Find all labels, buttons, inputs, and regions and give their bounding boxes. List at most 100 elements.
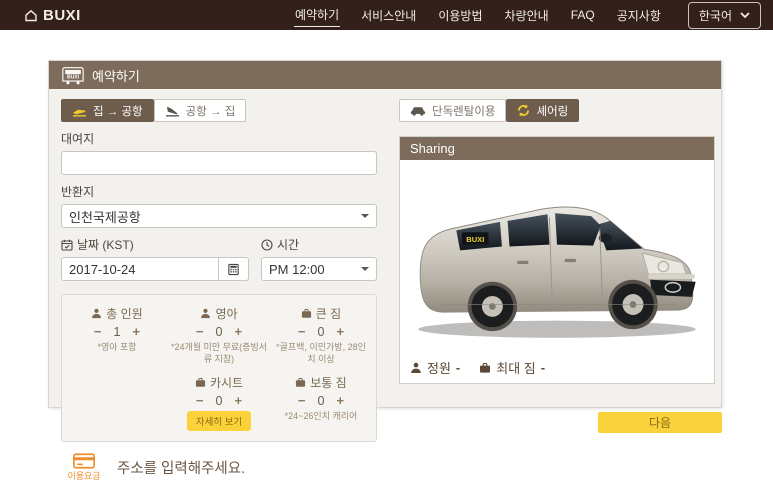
language-selector[interactable]: 한국어: [688, 2, 761, 29]
svg-text:BUXI: BUXI: [67, 74, 80, 80]
briefcase-icon: [479, 362, 491, 374]
pickup-input[interactable]: [61, 151, 377, 175]
car-icon: [410, 105, 426, 116]
briefcase-icon: [301, 308, 312, 319]
nav-item-notice[interactable]: 공지사항: [616, 4, 662, 27]
sharing-button[interactable]: 셰어링: [506, 99, 579, 122]
date-time-row: 날짜 (KST): [61, 228, 377, 281]
time-group: 시간 PM 12:00: [261, 228, 377, 281]
decrease-button[interactable]: −: [296, 393, 308, 408]
page-title: 예약하기: [92, 66, 140, 85]
increase-button[interactable]: +: [334, 393, 346, 408]
caret-down-icon: [361, 267, 369, 275]
fare-card-icon: [72, 452, 96, 470]
calendar-picker-button[interactable]: [219, 257, 249, 281]
counter-value: 0: [216, 394, 223, 408]
decrease-button[interactable]: −: [194, 324, 206, 339]
counter-label: 카시트: [210, 374, 243, 391]
counter-infants: 영아 − 0 + *24개월 미만 무료(증빙서류 지참): [168, 305, 270, 365]
counter-note: *영아 포함: [66, 341, 168, 353]
counter-note: *골프백, 이민가방, 28인치 이상: [270, 341, 372, 365]
time-label: 시간: [277, 236, 299, 253]
clock-icon: [261, 239, 273, 251]
counter-value: 0: [216, 325, 223, 339]
brand-name: BUXI: [43, 7, 81, 24]
counter-value: 0: [318, 394, 325, 408]
counter-value: 0: [318, 325, 325, 339]
pickup-label: 대여지: [61, 130, 377, 147]
counter-empty-cell: [66, 374, 168, 431]
card-header: BUXI 예약하기: [49, 61, 721, 89]
counter-note: *24개월 미만 무료(증빙서류 지참): [168, 341, 270, 365]
date-input[interactable]: [61, 257, 219, 281]
increase-button[interactable]: +: [130, 324, 142, 339]
sharing-refresh-icon: [517, 104, 530, 117]
calendar-icon: [61, 239, 73, 251]
sharing-panel: Sharing: [399, 136, 715, 384]
time-select[interactable]: PM 12:00: [261, 257, 377, 281]
nav-item-vehicle-info[interactable]: 차량안내: [504, 4, 550, 27]
airport-to-home-button[interactable]: 공항 → 집: [154, 99, 247, 122]
return-select[interactable]: 인천국제공항: [61, 204, 377, 228]
home-to-airport-label: 집 → 공항: [93, 103, 143, 119]
counter-label: 총 인원: [106, 305, 142, 322]
airport-to-home-label: 공항 → 집: [186, 103, 236, 119]
next-button[interactable]: 다음: [598, 412, 722, 433]
increase-button[interactable]: +: [232, 393, 244, 408]
counter-label: 영아: [215, 305, 237, 322]
vehicle-image-area: BUXI: [400, 160, 714, 354]
return-label: 반환지: [61, 183, 377, 200]
counter-value: 1: [114, 325, 121, 339]
decrease-button[interactable]: −: [92, 324, 104, 339]
chevron-down-icon: [740, 12, 750, 18]
briefcase-icon: [195, 377, 206, 388]
plane-landing-icon: [165, 104, 180, 117]
counter-label: 보통 짐: [310, 374, 346, 391]
nav-item-faq[interactable]: FAQ: [570, 5, 596, 25]
language-label: 한국어: [699, 7, 732, 24]
capacity-value: -: [456, 360, 460, 375]
rental-type-toggle: 단독렌탈이용 셰어링: [399, 99, 715, 122]
sharing-panel-title: Sharing: [400, 137, 714, 160]
top-navigation: BUXI 예약하기 서비스안내 이용방법 차량안내 FAQ 공지사항 한국어: [0, 0, 773, 30]
counter-large-luggage: 큰 짐 − 0 + *골프백, 이민가방, 28인치 이상: [270, 305, 372, 365]
briefcase-icon: [295, 377, 306, 388]
time-select-value: PM 12:00: [269, 262, 325, 277]
decrease-button[interactable]: −: [296, 324, 308, 339]
plane-takeoff-icon: [72, 104, 87, 117]
person-icon: [200, 308, 211, 319]
nav-item-booking[interactable]: 예약하기: [294, 3, 340, 27]
car-seat-detail-button[interactable]: 자세히 보기: [187, 411, 251, 431]
sharing-label: 셰어링: [536, 103, 568, 119]
person-icon: [91, 308, 102, 319]
increase-button[interactable]: +: [334, 324, 346, 339]
svg-text:BUXI: BUXI: [466, 235, 484, 244]
counter-normal-luggage: 보통 짐 − 0 + *24~26인치 캐리어: [270, 374, 372, 431]
bus-icon: BUXI: [61, 66, 85, 85]
fare-label: 이용요금: [63, 469, 105, 482]
private-rental-button[interactable]: 단독렌탈이용: [399, 99, 506, 122]
max-luggage-value: -: [541, 360, 545, 375]
home-to-airport-button[interactable]: 집 → 공항: [61, 99, 154, 122]
private-rental-label: 단독렌탈이용: [432, 103, 495, 119]
vehicle-specs: 정원 - 최대 짐 -: [400, 354, 714, 383]
passenger-luggage-box: 총 인원 − 1 + *영아 포함 영아: [61, 294, 377, 442]
time-label-row: 시간: [261, 236, 377, 253]
caret-down-icon: [361, 214, 369, 222]
trip-direction-toggle: 집 → 공항 공항 → 집: [61, 99, 377, 122]
brand-logo[interactable]: BUXI: [24, 7, 81, 24]
increase-button[interactable]: +: [232, 324, 244, 339]
decrease-button[interactable]: −: [194, 393, 206, 408]
person-icon: [410, 362, 422, 374]
counter-car-seat: 카시트 − 0 + 자세히 보기: [168, 374, 270, 431]
date-group: 날짜 (KST): [61, 228, 249, 281]
home-icon: [24, 9, 38, 22]
nav-menu: 예약하기 서비스안내 이용방법 차량안내 FAQ 공지사항 한국어: [294, 2, 761, 29]
nav-item-service-info[interactable]: 서비스안내: [360, 4, 417, 27]
capacity-label: 정원: [427, 358, 451, 377]
max-luggage-label: 최대 짐: [496, 358, 536, 377]
form-column: 집 → 공항 공항 → 집 대여지 반환지 인천국제공항: [61, 99, 377, 482]
van-image: BUXI: [405, 162, 709, 352]
counter-total-passengers: 총 인원 − 1 + *영아 포함: [66, 305, 168, 365]
nav-item-how-to-use[interactable]: 이용방법: [437, 4, 483, 27]
